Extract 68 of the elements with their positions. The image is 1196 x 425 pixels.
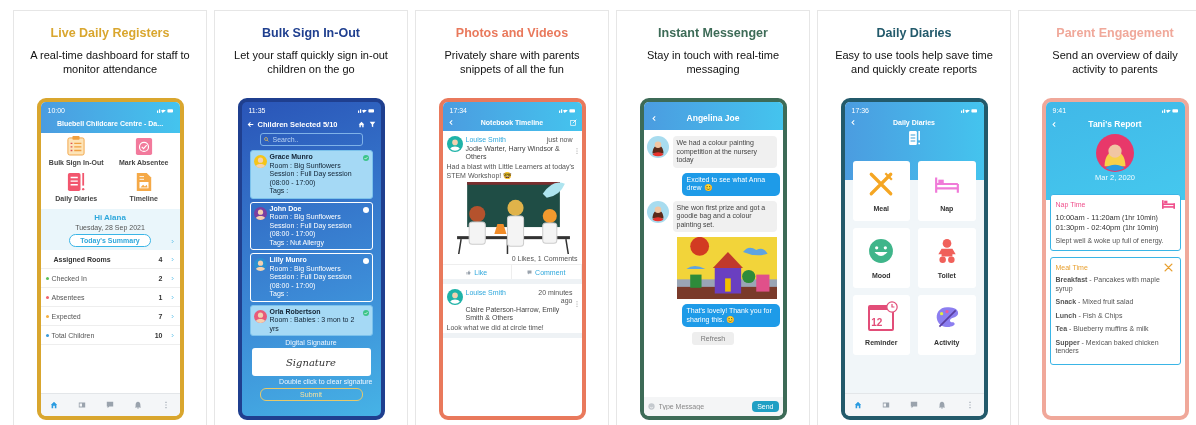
signature-pad[interactable]: Signature (251, 348, 371, 376)
edit-icon[interactable] (569, 119, 577, 126)
back-icon[interactable] (447, 119, 455, 126)
avatar-icon (446, 289, 463, 305)
clipboard-check-icon (134, 136, 153, 156)
checked-icon[interactable] (362, 309, 369, 316)
smiley-icon (868, 237, 895, 264)
bell-icon[interactable] (937, 401, 946, 409)
feature-title: Live Daily Registers (50, 26, 170, 40)
comment-icon (527, 269, 533, 275)
search-icon (263, 137, 269, 142)
chevron-icon (170, 275, 174, 281)
status-icons (357, 107, 374, 113)
diary-icon (908, 131, 920, 145)
checklist-icon (67, 136, 86, 156)
calendar-clock-icon: 12 (868, 304, 895, 331)
fork-knife-icon (868, 170, 895, 197)
greeting: Hi Alana (94, 213, 126, 222)
bell-icon[interactable] (133, 401, 142, 409)
chevron-icon (170, 239, 174, 244)
diary-icon (67, 172, 86, 192)
contact-name: Angelina Joe (686, 113, 740, 123)
chevron-icon (170, 313, 174, 319)
chevron-icon (170, 332, 174, 338)
emoji-icon[interactable] (647, 403, 655, 410)
filter-icon[interactable] (368, 121, 376, 128)
back-icon[interactable] (650, 114, 658, 122)
feature-title: Photos and Videos (455, 26, 569, 40)
news-icon[interactable] (882, 401, 891, 409)
checked-icon[interactable] (362, 155, 369, 161)
feature-title: Bulk Sign In-Out (262, 26, 360, 40)
back-arrow-icon[interactable] (246, 121, 254, 128)
feature-description: A real-time dashboard for staff to monitor attendance (30, 48, 190, 77)
feature-description: Send an overview of daily activity to parents (1051, 48, 1179, 77)
screen-title: Tani's Report (1088, 119, 1142, 129)
status-icons (156, 107, 173, 113)
chat-icon[interactable] (910, 401, 918, 409)
feature-title: Parent Engagement (1056, 26, 1174, 40)
back-icon[interactable] (849, 119, 857, 126)
status-icons (960, 107, 977, 113)
feature-description: Let your staff quickly sign in-out children on the go (233, 48, 389, 77)
avatar-icon (253, 155, 267, 168)
back-icon[interactable] (1050, 120, 1058, 128)
home-icon[interactable] (50, 401, 59, 409)
feature-title: Daily Diaries (876, 26, 952, 40)
chat-icon[interactable] (106, 401, 114, 409)
chevron-icon (170, 256, 174, 262)
news-icon[interactable] (78, 401, 87, 409)
status-icons (558, 107, 575, 113)
chevron-icon (170, 294, 174, 300)
feature-description: Privately share with parents snippets of all the fun (443, 48, 581, 77)
radio-icon[interactable] (362, 258, 369, 264)
avatar-icon (1096, 134, 1134, 172)
radio-icon[interactable] (362, 206, 369, 213)
status-icons (1161, 107, 1178, 113)
image-document-icon (134, 172, 153, 192)
thumbs-up-icon (466, 269, 472, 275)
avatar-icon (253, 258, 267, 271)
feature-title: Instant Messenger (658, 26, 768, 40)
home-icon[interactable] (357, 121, 365, 128)
avatar-icon (253, 309, 267, 323)
avatar-icon (646, 136, 669, 158)
avatar-icon (446, 136, 463, 152)
feature-description: Stay in touch with real-time messaging (645, 48, 781, 77)
feature-description: Easy to use tools help save time and quickly create reports (834, 48, 994, 77)
home-icon[interactable] (854, 401, 863, 409)
avatar-icon (253, 206, 267, 220)
avatar-icon (646, 200, 669, 223)
